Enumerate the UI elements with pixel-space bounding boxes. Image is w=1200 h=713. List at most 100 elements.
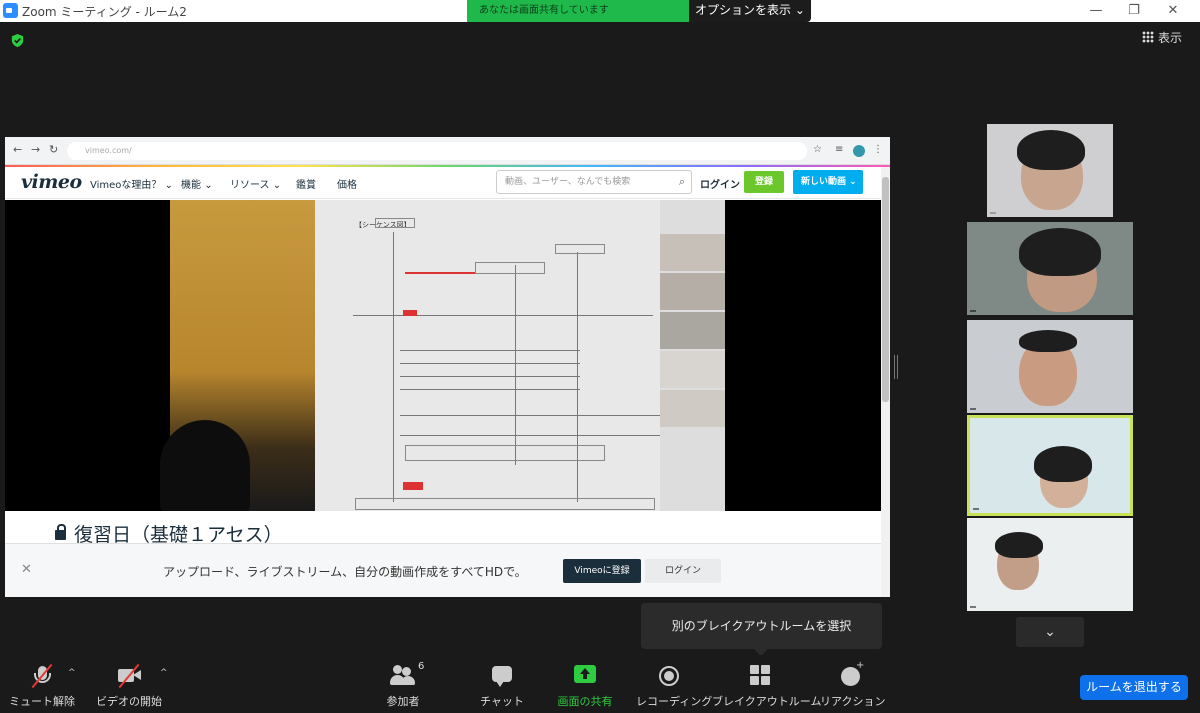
participant-tile[interactable] (987, 124, 1113, 217)
participants-icon: 6 (390, 661, 424, 689)
reactions-button[interactable]: + リアクション (820, 660, 886, 711)
scrollbar-thumb[interactable] (882, 177, 889, 402)
new-video-label: 新しい動画 (801, 177, 847, 187)
participant-tile[interactable] (967, 222, 1133, 315)
profile-icon[interactable] (853, 145, 865, 157)
start-video-button[interactable]: ビデオの開始 (94, 663, 164, 711)
unmute-label: ミュート解除 (9, 695, 75, 708)
reactions-label: リアクション (820, 695, 886, 708)
share-screen-label: 画面の共有 (557, 695, 613, 708)
lock-icon (55, 524, 66, 540)
participant-name (973, 508, 979, 510)
chevron-down-icon: ⌄ (794, 3, 805, 17)
smiley-icon: + (838, 660, 864, 689)
more-icon[interactable]: ⋮ (873, 144, 883, 155)
vimeo-navbar: vimeo Vimeoな理由？ ⌄ 機能 ⌄ リソース ⌄ 鑑賞 価格 動画、ユ… (5, 167, 890, 199)
chevron-down-icon: ⌄ (1044, 624, 1056, 640)
participants-button[interactable]: 6 参加者 (380, 661, 426, 711)
view-label: 表示 (1158, 31, 1183, 45)
maximize-button[interactable]: ❐ (1114, 0, 1154, 22)
participant-tile-active-speaker[interactable] (967, 415, 1133, 516)
grid-icon (1142, 31, 1154, 43)
chevron-down-icon: ⌄ (849, 177, 857, 187)
breakout-rooms-label: ブレイクアウトルーム (712, 695, 822, 708)
reload-icon[interactable]: ↻ (49, 143, 58, 156)
record-icon (656, 663, 682, 689)
microphone-muted-icon (29, 663, 55, 689)
close-icon[interactable]: ✕ (21, 562, 32, 577)
minimize-button[interactable]: — (1076, 0, 1116, 22)
video-mouse-object (160, 420, 250, 511)
chevron-down-icon: ⌄ (204, 180, 213, 191)
participant-name (970, 310, 976, 312)
share-screen-button[interactable]: 画面の共有 (552, 663, 618, 711)
search-icon: ⌕ (678, 175, 685, 188)
nav-item-resources[interactable]: リソース ⌄ (230, 176, 281, 191)
window-title: Zoom ミーティング - ルーム2 (22, 5, 187, 19)
vimeo-login-link[interactable]: ログイン (700, 176, 740, 191)
search-placeholder: 動画、ユーザー、なんでも検索 (505, 177, 631, 187)
audio-options-caret-icon[interactable]: ^ (68, 668, 76, 678)
nav-item-features[interactable]: 機能 ⌄ (181, 176, 213, 191)
start-video-label: ビデオの開始 (96, 695, 162, 708)
chevron-down-icon: ⌄ (164, 180, 173, 191)
participant-name (990, 212, 996, 214)
chevron-down-icon: ⌄ (272, 180, 282, 191)
share-screen-icon (572, 663, 598, 689)
participant-tile[interactable] (967, 320, 1133, 413)
shared-screen: ← → ↻ vimeo.com/ ☆ ≡ ⋮ vimeo Vimeoな理由？ ⌄… (5, 137, 890, 597)
zoom-app-icon (3, 3, 18, 18)
banner-login-button[interactable]: ログイン (645, 559, 721, 583)
banner-message: アップロード、ライブストリーム、自分の動画作成をすべてHDで。 (163, 565, 527, 579)
participants-label: 参加者 (386, 695, 420, 708)
nav-item-pricing[interactable]: 価格 (337, 176, 357, 191)
leave-room-button[interactable]: ルームを退出する (1080, 675, 1188, 700)
close-button[interactable]: ✕ (1153, 0, 1193, 22)
chat-button[interactable]: チャット (480, 663, 524, 711)
back-icon[interactable]: ← (13, 143, 22, 156)
panel-splitter[interactable] (894, 355, 898, 379)
gallery-scroll-down-button[interactable]: ⌄ (1016, 617, 1084, 647)
signup-banner: ✕ アップロード、ライブストリーム、自分の動画作成をすべてHDで。 Vimeoに… (5, 543, 881, 597)
shield-icon[interactable] (10, 33, 25, 48)
extension-icon[interactable]: ≡ (835, 144, 843, 155)
video-paper-diagram: 【シーケンス図】 (315, 200, 665, 511)
browser-toolbar: ← → ↻ vimeo.com/ ☆ ≡ ⋮ (5, 137, 890, 165)
nav-item-resources-label: リソース (230, 180, 270, 191)
breakout-rooms-button[interactable]: ブレイクアウトルーム (712, 663, 822, 711)
banner-join-button[interactable]: Vimeoに登録 (563, 559, 641, 583)
vimeo-logo[interactable]: vimeo (21, 171, 82, 193)
video-participant-strip (660, 200, 725, 511)
breakout-rooms-icon (747, 663, 773, 689)
participant-tile[interactable] (967, 518, 1133, 611)
view-options-button[interactable]: オプションを表示 ⌄ (689, 0, 811, 22)
record-label: レコーディング (636, 695, 713, 708)
sharing-banner: あなたは画面共有しています (467, 0, 689, 22)
video-options-caret-icon[interactable]: ^ (160, 668, 168, 678)
participant-name (970, 606, 976, 608)
participants-count: 6 (418, 661, 425, 672)
unmute-button[interactable]: ミュート解除 (8, 663, 76, 711)
nav-item-why-label: Vimeoな理由？ (90, 180, 162, 191)
meeting-toolbar: ミュート解除 ^ ビデオの開始 ^ 6 参加者 チャット 画面の共有 レコーディ… (0, 655, 1200, 713)
breakout-room-popup[interactable]: 別のブレイクアウトルームを選択 (641, 603, 882, 656)
nav-item-features-label: 機能 (181, 180, 201, 191)
vimeo-join-button[interactable]: 登録 (744, 171, 784, 193)
star-icon[interactable]: ☆ (813, 144, 822, 155)
address-bar[interactable]: vimeo.com/ (67, 142, 807, 160)
view-button[interactable]: 表示 (1142, 28, 1182, 48)
nav-item-why[interactable]: Vimeoな理由？ ⌄ (90, 176, 173, 191)
title-bar: Zoom ミーティング - ルーム2 あなたは画面共有しています オプションを表… (0, 0, 1200, 22)
new-video-button[interactable]: 新しい動画 ⌄ (793, 170, 863, 194)
video-player[interactable]: 【シーケンス図】 (5, 200, 881, 511)
view-options-label: オプションを表示 (695, 3, 792, 17)
page-scrollbar[interactable] (881, 167, 890, 597)
forward-icon[interactable]: → (31, 143, 40, 156)
nav-item-watch[interactable]: 鑑賞 (296, 176, 316, 191)
chat-bubble-icon (489, 663, 515, 689)
vimeo-search-input[interactable]: 動画、ユーザー、なんでも検索 ⌕ (496, 170, 692, 194)
video-camera-off-icon (116, 663, 142, 689)
record-button[interactable]: レコーディング (636, 663, 713, 711)
chat-label: チャット (480, 695, 524, 708)
participant-name (970, 408, 976, 410)
